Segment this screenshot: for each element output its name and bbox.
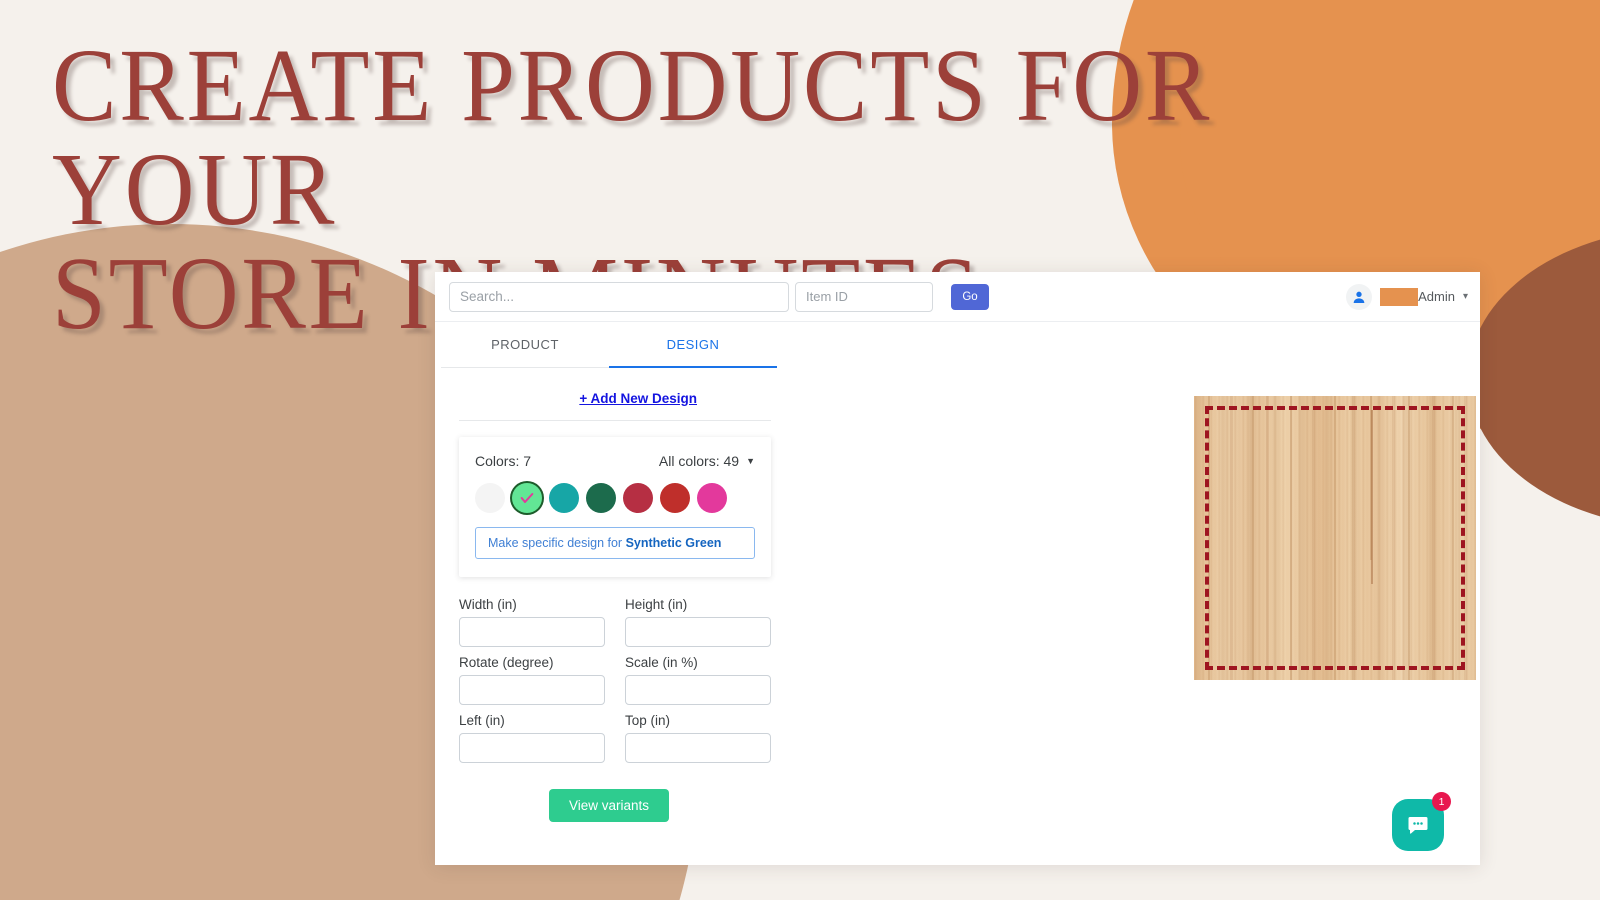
width-input[interactable] xyxy=(459,617,605,647)
all-colors-label: All colors: 49 xyxy=(658,453,740,469)
design-editor-pane: PRODUCT DESIGN + Add New Design Colors: … xyxy=(435,322,783,865)
go-button[interactable]: Go xyxy=(951,283,989,310)
left-input[interactable] xyxy=(459,733,605,763)
chat-bubble-icon xyxy=(1408,817,1428,834)
design-dimensions-form: Width (in) Height (in) Rotate (degree) S… xyxy=(459,597,771,763)
colors-count-label: Colors: 7 xyxy=(475,453,532,469)
color-swatch-magenta-pink[interactable] xyxy=(697,483,727,513)
color-swatch-synthetic-green[interactable] xyxy=(512,483,542,513)
height-label: Height (in) xyxy=(625,597,688,612)
color-swatch-white[interactable] xyxy=(475,483,505,513)
field-group-rotate: Rotate (degree) xyxy=(459,655,605,705)
field-group-scale: Scale (in %) xyxy=(625,655,771,705)
color-swatch-crimson[interactable] xyxy=(623,483,653,513)
colors-panel-header: Colors: 7 All colors: 49 ▼ xyxy=(475,453,755,469)
item-id-input[interactable] xyxy=(795,281,933,312)
make-specific-design-color-name: Synthetic Green xyxy=(625,536,722,550)
make-specific-design-prefix: Make specific design for xyxy=(488,536,626,550)
search-input[interactable] xyxy=(449,281,789,312)
field-group-height: Height (in) xyxy=(625,597,771,647)
left-label: Left (in) xyxy=(459,713,505,728)
color-swatch-row xyxy=(475,483,755,513)
top-input[interactable] xyxy=(625,733,771,763)
color-swatch-teal[interactable] xyxy=(549,483,579,513)
check-icon xyxy=(512,483,542,513)
tab-product[interactable]: PRODUCT xyxy=(441,322,609,367)
field-group-left: Left (in) xyxy=(459,713,605,763)
chat-widget-button[interactable]: 1 xyxy=(1392,792,1451,851)
view-variants-row: View variants xyxy=(435,789,783,822)
width-label: Width (in) xyxy=(459,597,517,612)
scale-input[interactable] xyxy=(625,675,771,705)
height-input[interactable] xyxy=(625,617,771,647)
add-design-row: + Add New Design xyxy=(435,368,783,420)
user-role-label: Admin xyxy=(1418,289,1455,304)
view-variants-button[interactable]: View variants xyxy=(548,789,670,822)
tab-bar: PRODUCT DESIGN xyxy=(441,322,777,368)
chevron-down-icon: ▾ xyxy=(1462,290,1468,302)
section-divider xyxy=(459,420,771,421)
colors-panel: Colors: 7 All colors: 49 ▼ Make specific… xyxy=(459,437,771,577)
chat-unread-badge: 1 xyxy=(1432,792,1451,811)
user-menu[interactable]: Admin ▾ xyxy=(1346,283,1468,310)
caret-down-icon: ▼ xyxy=(746,455,755,466)
color-swatch-forest-green[interactable] xyxy=(586,483,616,513)
scale-label: Scale (in %) xyxy=(625,655,698,670)
add-new-design-link[interactable]: + Add New Design xyxy=(579,391,697,406)
tab-design[interactable]: DESIGN xyxy=(609,322,777,368)
make-specific-design-button[interactable]: Make specific design for Synthetic Green xyxy=(475,527,755,559)
redacted-account-name xyxy=(1380,287,1419,306)
top-label: Top (in) xyxy=(625,713,671,728)
field-group-width: Width (in) xyxy=(459,597,605,647)
person-icon xyxy=(1346,283,1373,310)
all-colors-dropdown[interactable]: All colors: 49 ▼ xyxy=(659,453,755,469)
wood-texture-swatch xyxy=(1194,396,1476,680)
rotate-label: Rotate (degree) xyxy=(459,655,554,670)
app-topbar: Go Admin ▾ xyxy=(435,272,1480,322)
app-body: PRODUCT DESIGN + Add New Design Colors: … xyxy=(435,322,1480,865)
rotate-input[interactable] xyxy=(459,675,605,705)
product-preview[interactable] xyxy=(1194,396,1476,680)
design-preview-pane: 1 xyxy=(783,322,1480,865)
field-group-top: Top (in) xyxy=(625,713,771,763)
color-swatch-brick-red[interactable] xyxy=(660,483,690,513)
app-window: Go Admin ▾ PRODUCT DESIGN + Add New Desi… xyxy=(435,272,1480,865)
